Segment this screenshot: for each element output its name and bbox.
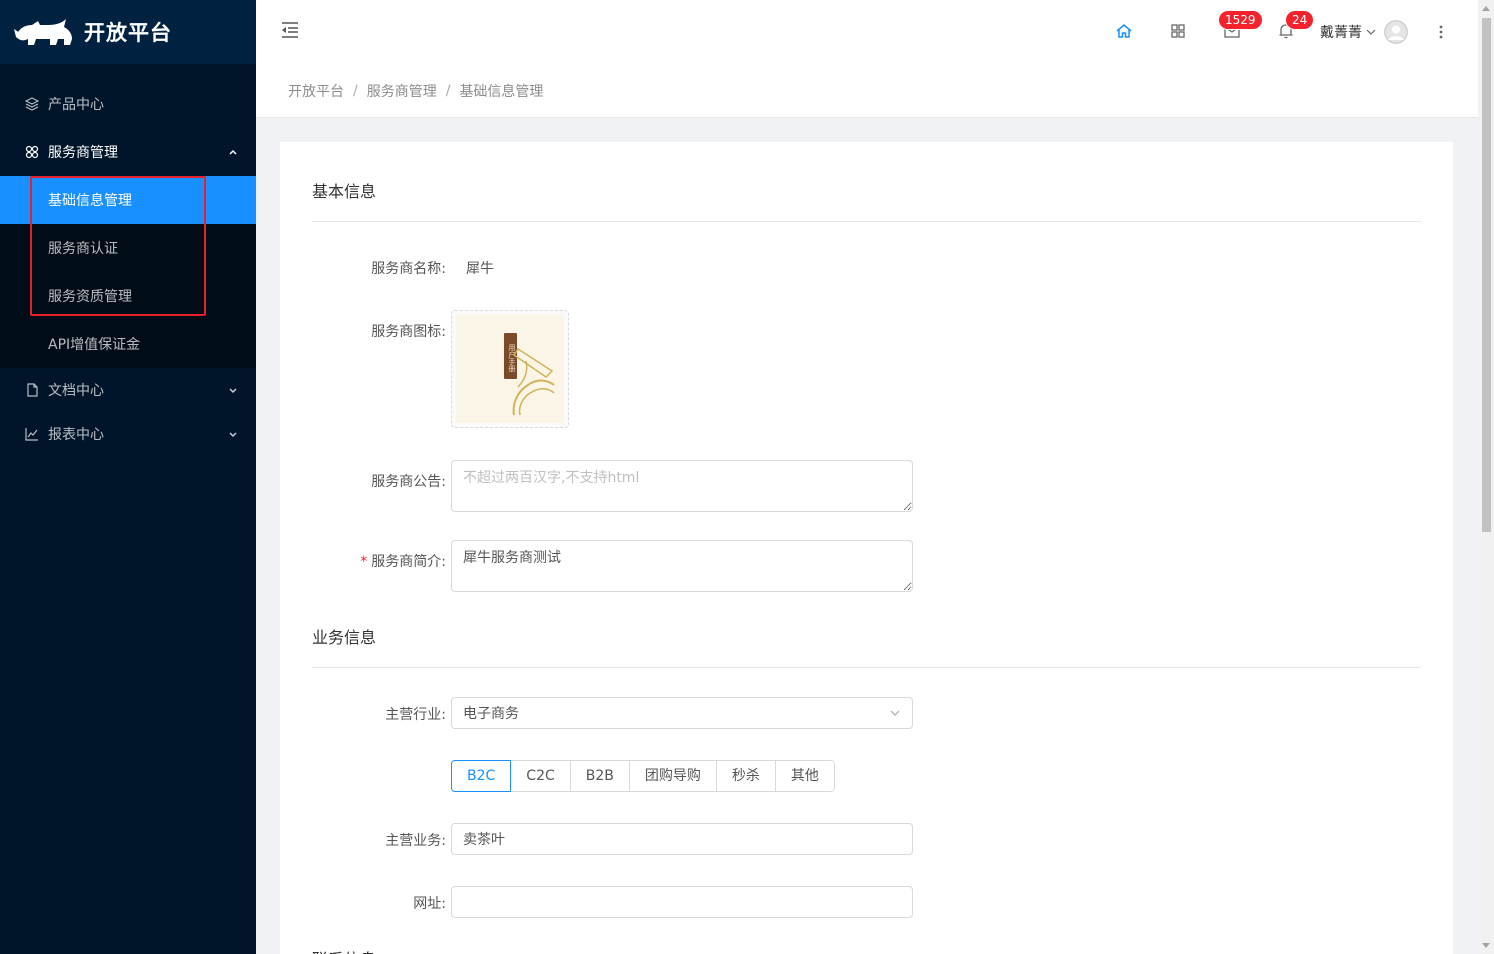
business-type-flash-sale[interactable]: 秒杀	[715, 760, 776, 792]
sidebar-item-label: 报表中心	[48, 427, 104, 443]
industry-value: 电子商务	[463, 706, 519, 722]
business-type-other[interactable]: 其他	[774, 760, 835, 792]
page-scrollbar[interactable]	[1478, 0, 1494, 954]
sidebar-item-basic-info[interactable]: 基础信息管理	[0, 176, 256, 224]
business-type-group-buy[interactable]: 团购导购	[628, 760, 717, 792]
appstore-icon[interactable]	[1169, 22, 1187, 40]
sidebar-item-qualification[interactable]: 服务资质管理	[0, 272, 256, 320]
website-label: 网址:	[413, 896, 446, 912]
business-type-b2c[interactable]: B2C	[451, 760, 512, 792]
file-icon	[24, 382, 40, 398]
sidebar-item-api-deposit[interactable]: API增值保证金	[0, 320, 256, 368]
sidebar-item-label: 产品中心	[48, 97, 104, 113]
sidebar-item-report-center[interactable]: 报表中心	[0, 412, 256, 456]
website-input[interactable]	[451, 886, 913, 918]
contact-info-title: 联系信息	[312, 946, 376, 954]
chevron-down-icon	[890, 710, 900, 716]
required-mark: *	[360, 554, 368, 570]
user-avatar-icon	[1384, 20, 1408, 44]
more-vertical-icon[interactable]	[1436, 22, 1446, 42]
breadcrumb-separator: /	[353, 82, 358, 99]
divider	[312, 667, 1421, 668]
logo[interactable]: 开放平台	[0, 0, 256, 64]
user-menu[interactable]: 戴菁菁	[1320, 20, 1377, 44]
user-name: 戴菁菁	[1320, 25, 1362, 41]
industry-label: 主营行业:	[385, 707, 446, 723]
provider-submenu: 基础信息管理 服务商认证 服务资质管理 API增值保证金	[0, 176, 256, 368]
top-header: 1529 24 戴菁菁	[256, 0, 1478, 64]
menu-fold-icon[interactable]	[280, 20, 300, 40]
business-type-b2b[interactable]: B2B	[569, 760, 630, 792]
business-type-c2c[interactable]: C2C	[510, 760, 571, 792]
sidebar-item-label: 基础信息管理	[48, 193, 132, 209]
apps-icon	[24, 144, 40, 160]
chevron-down-icon	[229, 432, 237, 438]
breadcrumb: 开放平台 / 服务商管理 / 基础信息管理	[256, 64, 1478, 118]
scroll-up-icon[interactable]	[1482, 6, 1490, 11]
intro-textarea[interactable]: 犀牛服务商测试	[451, 540, 913, 592]
side-menu: 产品中心 服务商管理 基础信息管理 服务商认证 服务资质管理 API增值保证金	[0, 64, 256, 456]
breadcrumb-separator: /	[445, 82, 451, 99]
chevron-up-icon	[229, 149, 237, 155]
sidebar-item-label: 服务商认证	[48, 241, 118, 257]
pen-brush-icon	[512, 347, 555, 416]
chevron-down-icon	[1366, 29, 1376, 35]
provider-icon-uploader[interactable]: 用户手册	[451, 310, 569, 428]
sidebar-item-label: API增值保证金	[48, 337, 141, 353]
app-title: 开放平台	[84, 21, 172, 45]
avatar[interactable]	[1384, 20, 1408, 44]
provider-icon-image: 用户手册	[456, 315, 564, 423]
basic-info-title: 基本信息	[312, 182, 377, 201]
provider-name-label: 服务商名称:	[371, 261, 446, 277]
provider-icon-label: 服务商图标:	[371, 324, 446, 340]
breadcrumb-item-provider-management[interactable]: 服务商管理	[367, 81, 437, 101]
industry-select[interactable]: 电子商务	[451, 697, 913, 729]
form-card: 基本信息 服务商名称: 犀牛 服务商图标: 用户手册 服务商公告: *服务商简介…	[280, 142, 1453, 954]
business-type-group: B2C C2C B2B 团购导购 秒杀 其他	[451, 760, 835, 792]
sidebar-item-label: 服务资质管理	[48, 289, 132, 305]
notice-label: 服务商公告:	[371, 474, 446, 490]
provider-name-value: 犀牛	[466, 261, 494, 277]
sidebar-item-label: 文档中心	[48, 383, 104, 399]
notifications-badge: 24	[1286, 11, 1314, 29]
main-business-input[interactable]	[451, 823, 913, 855]
home-icon[interactable]	[1115, 22, 1133, 40]
business-info-title: 业务信息	[312, 628, 377, 647]
main-business-label: 主营业务:	[385, 833, 446, 849]
intro-label: * 服务商简介:	[280, 551, 446, 571]
scroll-down-icon[interactable]	[1482, 943, 1490, 948]
breadcrumb-item-open-platform[interactable]: 开放平台	[288, 81, 344, 101]
layers-icon	[24, 96, 40, 112]
sidebar-item-doc-center[interactable]: 文档中心	[0, 368, 256, 412]
messages-badge: 1529	[1219, 11, 1262, 29]
sidebar-item-label: 服务商管理	[48, 145, 118, 161]
sidebar-item-provider-certification[interactable]: 服务商认证	[0, 224, 256, 272]
divider	[312, 221, 1421, 222]
notice-textarea[interactable]	[451, 460, 913, 512]
rhino-logo-icon	[14, 19, 72, 45]
sidebar-item-provider-management[interactable]: 服务商管理	[0, 128, 256, 176]
scroll-thumb[interactable]	[1482, 18, 1491, 532]
sidebar-item-product-center[interactable]: 产品中心	[0, 80, 256, 128]
breadcrumb-item-current: 基础信息管理	[459, 83, 544, 100]
sidebar: 开放平台 产品中心 服务商管理 基础信息管理 服务商认证 服务资质管理 API增…	[0, 0, 256, 954]
chevron-down-icon	[229, 388, 237, 394]
line-chart-icon	[24, 426, 40, 442]
intro-label-text: 服务商简介:	[371, 554, 446, 570]
